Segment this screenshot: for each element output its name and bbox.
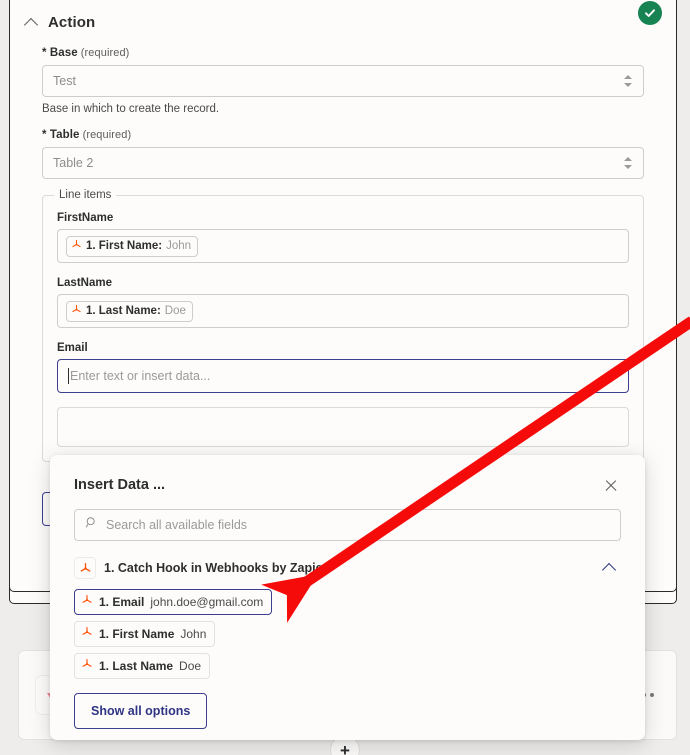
zapier-logo-icon <box>81 626 93 642</box>
search-input-placeholder: Search all available fields <box>106 518 248 532</box>
base-select-value: Test <box>53 74 76 88</box>
token-name: 1. First Name: <box>86 240 163 252</box>
chevron-updown-icon <box>624 74 633 88</box>
zapier-logo-icon <box>81 594 93 610</box>
table-field-label: * Table (required) <box>42 129 644 141</box>
first-name-label: FirstName <box>57 212 114 224</box>
next-line-item-placeholder[interactable] <box>57 407 629 447</box>
page-title: Action <box>48 13 96 31</box>
last-name-label: LastName <box>57 277 112 289</box>
token-name: 1. Last Name: <box>86 305 161 317</box>
line-items-fieldset: Line items FirstName 1. First Name: John… <box>42 189 644 462</box>
base-field-label: * Base (required) <box>42 47 644 59</box>
action-card-header[interactable]: Action <box>10 1 676 43</box>
last-name-field: LastName 1. Last Name: Doe <box>57 277 629 328</box>
token-value: Doe <box>164 305 186 317</box>
search-icon <box>85 516 98 534</box>
line-items-legend: Line items <box>54 189 117 201</box>
option-last-name[interactable]: 1. Last Name Doe <box>74 653 211 679</box>
close-icon[interactable] <box>601 475 621 495</box>
table-label-text: * Table <box>42 129 80 141</box>
source-group-row[interactable]: 1. Catch Hook in Webhooks by Zapier <box>74 555 621 581</box>
option-first-name[interactable]: 1. First Name John <box>74 621 216 647</box>
token-value: John <box>166 240 191 252</box>
zapier-logo-icon <box>74 557 96 579</box>
check-circle-icon <box>638 1 662 25</box>
text-caret <box>68 368 69 384</box>
token-chip[interactable]: 1. Last Name: Doe <box>66 300 193 322</box>
first-name-field: FirstName 1. First Name: John <box>57 212 629 263</box>
table-required-note: (required) <box>82 129 132 141</box>
source-group-label: 1. Catch Hook in Webhooks by Zapier <box>104 561 328 575</box>
base-required-note: (required) <box>80 47 130 59</box>
show-all-options-button[interactable]: Show all options <box>74 693 208 729</box>
option-name: 1. Last Name <box>99 658 174 673</box>
chevron-up-icon[interactable] <box>603 562 617 572</box>
zapier-logo-icon <box>71 239 82 254</box>
zapier-logo-icon <box>81 658 93 674</box>
chevron-updown-icon <box>624 156 633 170</box>
base-label-text: * Base <box>42 47 78 59</box>
action-form: * Base (required) Test Base in which to c… <box>10 47 676 462</box>
base-helper-text: Base in which to create the record. <box>42 103 220 115</box>
insert-data-title: Insert Data ... <box>74 477 166 493</box>
zapier-logo-icon <box>71 304 82 319</box>
option-name: 1. Email <box>99 594 145 609</box>
screen-root: T ! + Action <box>0 0 690 755</box>
first-name-input[interactable]: 1. First Name: John <box>57 229 629 263</box>
field-options-list: 1. Email john.doe@gmail.com 1. First Nam… <box>74 589 621 679</box>
email-label: Email <box>57 342 88 354</box>
insert-data-header: Insert Data ... <box>66 463 629 495</box>
option-name: 1. First Name <box>99 626 175 641</box>
insert-data-inner: Insert Data ... Search all available fie… <box>66 463 629 729</box>
email-input-placeholder: Enter text or insert data... <box>70 369 211 383</box>
search-input[interactable]: Search all available fields <box>74 509 621 541</box>
option-email[interactable]: 1. Email john.doe@gmail.com <box>74 589 273 615</box>
last-name-input[interactable]: 1. Last Name: Doe <box>57 294 629 328</box>
table-select-value: Table 2 <box>53 156 94 170</box>
chevron-up-icon[interactable] <box>24 14 40 30</box>
insert-data-popover: Insert Data ... Search all available fie… <box>50 455 645 740</box>
email-field: Email Enter text or insert data... <box>57 342 629 393</box>
option-value: John <box>180 626 207 641</box>
email-input[interactable]: Enter text or insert data... <box>57 359 629 393</box>
base-select[interactable]: Test <box>42 65 644 97</box>
option-value: john.doe@gmail.com <box>150 594 264 609</box>
option-value: Doe <box>179 658 202 673</box>
plus-icon: + <box>340 740 350 755</box>
token-chip[interactable]: 1. First Name: John <box>66 235 198 257</box>
table-select[interactable]: Table 2 <box>42 147 644 179</box>
